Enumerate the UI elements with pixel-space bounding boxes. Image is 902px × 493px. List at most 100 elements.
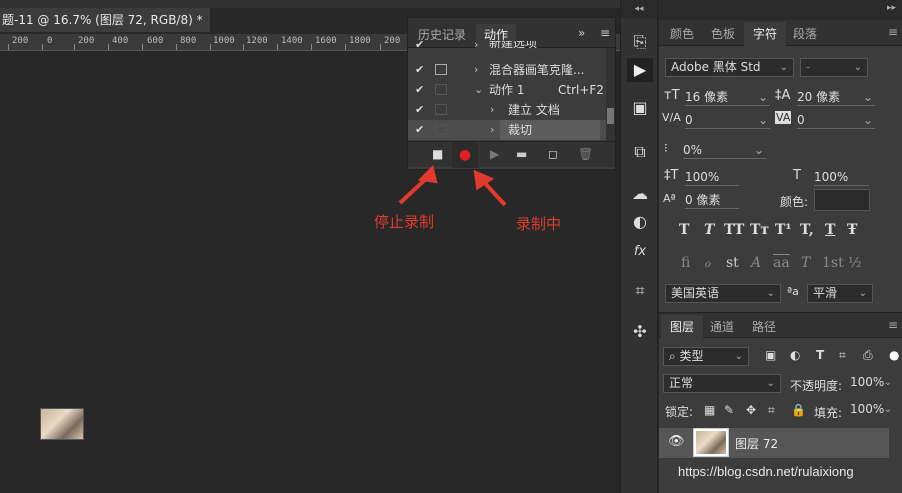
tsume-field[interactable]: 0% ⌄ <box>683 141 766 159</box>
plugin-icon[interactable]: ✣ <box>628 320 652 344</box>
font-style-value: - <box>806 60 811 74</box>
action-row[interactable]: ✔ › 建立 文档 <box>408 100 606 120</box>
faux-italic-button[interactable]: T <box>704 222 714 238</box>
stylistic-alt-button[interactable]: aa <box>773 255 790 271</box>
ligature-button[interactable]: fi <box>681 255 690 271</box>
swash-button[interactable]: A <box>751 255 761 271</box>
contextual-alt-button[interactable]: ℴ <box>704 255 710 271</box>
crop-icon[interactable]: ⌗ <box>628 279 652 303</box>
adjustment-filter-icon[interactable]: ◐ <box>790 348 800 362</box>
panel-menu-icon[interactable]: ≡ <box>888 25 898 39</box>
styles-icon[interactable]: fx <box>628 240 652 264</box>
layer-name[interactable]: 图层 72 <box>735 435 778 452</box>
image-thumbnail[interactable] <box>40 408 84 440</box>
faux-bold-button[interactable]: T <box>679 222 689 238</box>
chevron-down-icon: ⌄ <box>862 90 873 104</box>
3d-icon[interactable]: ▣ <box>628 96 652 120</box>
folder-icon[interactable]: ▬ <box>516 147 527 161</box>
lock-artboard-icon[interactable]: ⌗ <box>768 403 775 418</box>
panel-menu-icon[interactable]: ≡ <box>600 26 610 40</box>
action-row-selected[interactable]: ✔ › 裁切 <box>408 120 606 140</box>
tab-paths[interactable]: 路径 <box>743 315 785 339</box>
stop-icon[interactable]: ■ <box>432 147 443 161</box>
all-caps-button[interactable]: TT <box>724 222 744 238</box>
font-size-field[interactable]: 16 像素 ⌄ <box>685 88 770 106</box>
properties-icon[interactable]: ⧉ <box>628 140 652 164</box>
expand-icon[interactable]: › <box>490 100 494 120</box>
trash-icon[interactable]: 🗑 <box>578 147 593 161</box>
discretionary-ligature-button[interactable]: st <box>726 255 739 271</box>
action-row[interactable]: ✔ › 混合器画笔克隆... <box>408 60 606 80</box>
action-row[interactable]: ✔ › 新建选项 <box>408 41 606 53</box>
tab-channels[interactable]: 通道 <box>701 315 743 339</box>
small-caps-button[interactable]: Tт <box>750 222 769 238</box>
collapse-icon[interactable]: » <box>578 26 585 40</box>
strikethrough-button[interactable]: Ŧ <box>847 222 857 238</box>
actions-icon[interactable]: ▶ <box>627 58 653 82</box>
color-swatch[interactable] <box>814 189 870 211</box>
shortcut-label: Ctrl+F2 <box>558 83 604 97</box>
filter-toggle-icon[interactable]: ● <box>889 348 899 362</box>
lock-pixels-icon[interactable]: ✎ <box>724 403 734 417</box>
check-icon[interactable]: ✔ <box>415 100 424 120</box>
adjustments-icon[interactable]: ◐ <box>628 210 652 234</box>
play-icon[interactable]: ▶ <box>490 147 499 161</box>
new-icon[interactable]: ◻ <box>548 147 558 161</box>
expand-icon[interactable]: › <box>490 120 494 140</box>
action-row[interactable]: ✔ ⌄ 动作 1 Ctrl+F2 <box>408 80 606 100</box>
dialog-toggle-icon[interactable] <box>435 64 447 75</box>
lock-all-icon[interactable]: 🔒 <box>791 403 806 417</box>
smart-object-filter-icon[interactable]: ⎙ <box>863 348 873 363</box>
subscript-button[interactable]: T, <box>800 222 814 238</box>
layer-filter-select[interactable]: ⌕ 类型 ⌄ <box>663 347 749 366</box>
tab-layers[interactable]: 图层 <box>661 315 704 339</box>
dialog-toggle-icon[interactable] <box>435 84 447 95</box>
vertical-scale-field[interactable]: 100% <box>685 168 739 186</box>
tracking-field[interactable]: 0 ⌄ <box>797 111 875 129</box>
font-family-select[interactable]: Adobe 黑体 Std ⌄ <box>665 58 794 77</box>
horizontal-scale-field[interactable]: 100% <box>814 168 869 186</box>
tab-color[interactable]: 颜色 <box>661 22 703 46</box>
blend-mode-select[interactable]: 正常 ⌄ <box>663 374 781 393</box>
lock-transparency-icon[interactable]: ▦ <box>704 403 715 417</box>
language-select[interactable]: 美国英语 ⌄ <box>665 284 781 303</box>
fill-field[interactable]: 100% ⌄ <box>845 401 897 420</box>
anti-alias-select[interactable]: 平滑 ⌄ <box>807 284 873 303</box>
close-tab-button[interactable]: × <box>209 13 210 27</box>
expand-panels-icon[interactable]: ▸▸ <box>887 3 896 13</box>
ordinals-button[interactable]: 1st <box>822 255 844 271</box>
tab-character[interactable]: 字符 <box>744 22 787 46</box>
check-icon[interactable]: ✔ <box>415 80 424 100</box>
leading-field[interactable]: 20 像素 ⌄ <box>797 88 875 106</box>
superscript-button[interactable]: T¹ <box>775 222 792 238</box>
panel-menu-icon[interactable]: ≡ <box>888 318 898 332</box>
collapse-panels-icon[interactable]: ◂◂ <box>621 0 657 18</box>
expand-icon[interactable]: › <box>474 60 478 80</box>
libraries-icon[interactable]: ☁ <box>628 182 652 206</box>
expand-icon[interactable]: ⌄ <box>474 80 483 100</box>
history-icon[interactable]: ⎘ <box>628 30 652 54</box>
tab-paragraph[interactable]: 段落 <box>784 22 826 46</box>
dialog-toggle-icon[interactable] <box>435 104 447 115</box>
kerning-field[interactable]: 0 ⌄ <box>685 111 770 129</box>
check-icon[interactable]: ✔ <box>415 60 424 80</box>
font-style-select[interactable]: - ⌄ <box>800 58 868 77</box>
check-icon[interactable]: ✔ <box>415 41 424 53</box>
image-filter-icon[interactable]: ▣ <box>765 348 776 362</box>
lock-position-icon[interactable]: ✥ <box>746 403 756 417</box>
titling-alt-button[interactable]: T <box>801 255 810 271</box>
check-icon[interactable]: ✔ <box>415 120 424 140</box>
dialog-toggle-icon[interactable] <box>435 124 447 135</box>
shape-filter-icon[interactable]: ⌗ <box>839 348 846 363</box>
visibility-eye-icon[interactable]: 👁 <box>668 434 685 449</box>
underline-button[interactable]: T <box>825 222 835 238</box>
document-tab[interactable]: 题-11 @ 16.7% (图层 72, RGB/8) * × <box>0 8 210 32</box>
baseline-shift-field[interactable]: 0 像素 <box>685 191 739 209</box>
type-filter-icon[interactable]: T <box>816 348 824 362</box>
layer-row[interactable]: 👁 图层 72 <box>659 428 889 458</box>
fractions-button[interactable]: ½ <box>848 255 862 271</box>
scrollbar[interactable] <box>606 48 615 141</box>
expand-icon[interactable]: › <box>474 41 478 53</box>
opacity-field[interactable]: 100% ⌄ <box>845 374 897 393</box>
tab-swatches[interactable]: 色板 <box>702 22 744 46</box>
